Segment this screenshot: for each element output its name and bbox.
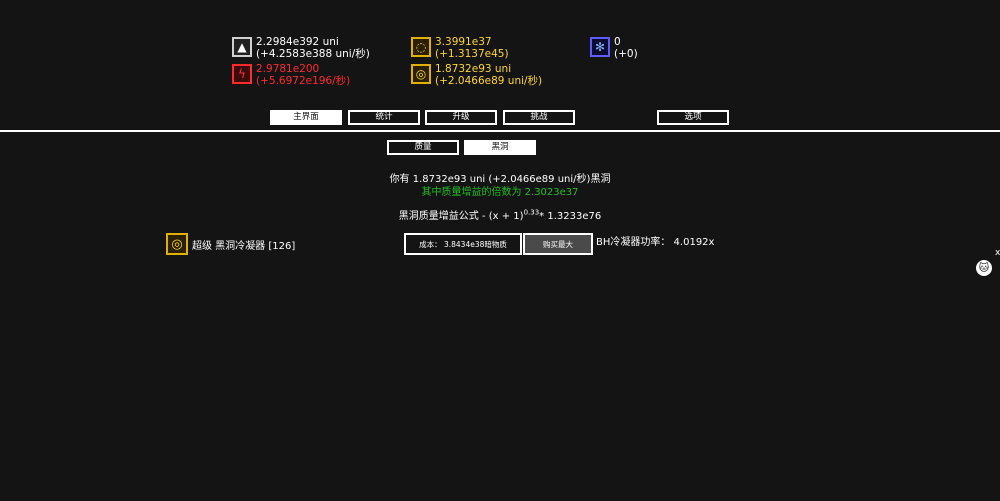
resource-rage-power: ϟ 2.9781e200 (+5.6972e196/秒): [232, 63, 350, 87]
black-hole-icon: ◎: [411, 64, 431, 84]
rage-power-rate: (+5.6972e196/秒): [256, 75, 351, 87]
resource-dark-matter: ◌ 3.3991e37 (+1.3137e45): [411, 36, 509, 60]
black-hole-formula: 黑洞质量增益公式 - (x + 1)0.33* 1.3233e76: [0, 207, 1000, 222]
black-hole-rate: (+2.0466e89 uni/秒): [435, 75, 543, 87]
condenser-buy-button[interactable]: 成本： 3.8434e38暗物质: [404, 233, 522, 255]
mass-boost-line: 其中质量增益的倍数为 2.3023e37: [421, 187, 579, 198]
weight-icon: ▲: [232, 37, 252, 57]
black-hole-icon: ◎: [166, 233, 188, 255]
tab-main[interactable]: 主界面: [270, 110, 342, 125]
resource-black-hole: ◎ 1.8732e93 uni (+2.0466e89 uni/秒): [411, 63, 542, 87]
buy-max-button[interactable]: 购买最大: [523, 233, 593, 255]
dark-matter-icon: ◌: [411, 37, 431, 57]
close-icon[interactable]: x: [995, 248, 1000, 258]
resource-mass: ▲ 2.2984e392 uni (+4.2583e388 uni/秒): [232, 36, 370, 60]
condenser-label: 超级 黑洞冷凝器 [126]: [192, 241, 296, 252]
condenser-power: BH冷凝器功率： 4.0192x: [596, 237, 715, 248]
header-divider: [0, 130, 1000, 132]
black-hole-amount: 1.8732e93 uni: [435, 63, 512, 75]
rage-power-amount: 2.9781e200: [256, 63, 320, 75]
dark-matter-rate: (+1.3137e45): [435, 48, 509, 60]
lightning-icon: ϟ: [232, 64, 252, 84]
game-screen: ▲ 2.2984e392 uni (+4.2583e388 uni/秒) ϟ 2…: [0, 0, 1000, 501]
atom-icon: ✻: [590, 37, 610, 57]
dark-matter-amount: 3.3991e37: [435, 36, 492, 48]
tab-challenges[interactable]: 挑战: [503, 110, 575, 125]
resource-atom: ✻ 0 (+0): [590, 36, 638, 60]
cat-icon[interactable]: 🐱: [976, 260, 992, 276]
atom-rate: (+0): [614, 48, 638, 60]
atom-amount: 0: [614, 36, 621, 48]
formula-prefix: 黑洞质量增益公式 - (x + 1): [398, 211, 524, 222]
formula-suffix: * 1.3233e76: [539, 211, 602, 222]
subtab-mass[interactable]: 质量: [387, 140, 459, 155]
formula-exponent: 0.33: [523, 208, 540, 217]
tab-options[interactable]: 选项: [657, 110, 729, 125]
mass-amount: 2.2984e392 uni: [256, 36, 339, 48]
subtab-black-hole[interactable]: 黑洞: [464, 140, 536, 155]
mass-rate: (+4.2583e388 uni/秒): [256, 48, 370, 60]
tab-upgrades[interactable]: 升级: [425, 110, 497, 125]
tab-stats[interactable]: 统计: [348, 110, 420, 125]
